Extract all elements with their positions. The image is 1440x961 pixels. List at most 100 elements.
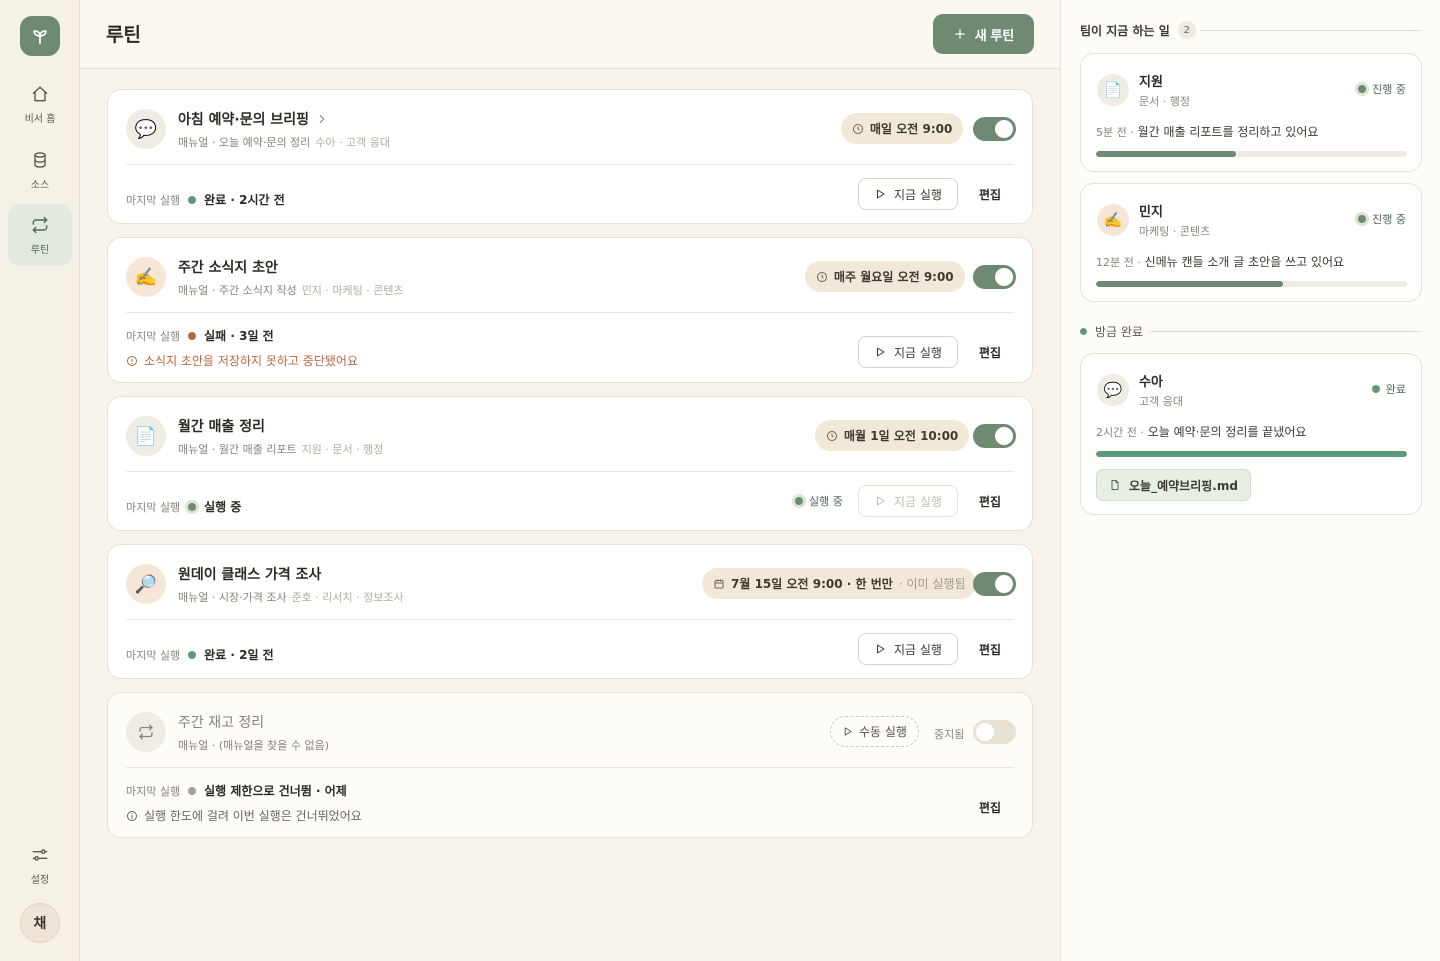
play-icon xyxy=(877,189,885,199)
schedule-note: · 이미 실행됨 xyxy=(898,577,966,591)
divider xyxy=(126,164,1014,165)
routine-toggle[interactable] xyxy=(973,265,1016,289)
run-now-label: 지금 실행 xyxy=(894,642,942,657)
routine-toggle[interactable] xyxy=(973,720,1016,744)
file-attachment[interactable]: 오늘_예약브리핑.md xyxy=(1096,469,1251,501)
divider xyxy=(126,619,1014,620)
status-badge: 완료 xyxy=(1371,381,1406,397)
routine-toggle[interactable] xyxy=(973,424,1016,448)
schedule-text: 수동 실행 xyxy=(859,725,907,739)
team-member-card[interactable]: 💬 수아 고객 응대 완료 2시간 전 · 오늘 예약·문의 정리를 끝냈어요 … xyxy=(1080,353,1422,515)
progress-fill xyxy=(1096,451,1407,457)
routine-card[interactable]: 🔎 원데이 클래스 가격 조사 매뉴얼 · 시장·가격 조사 준호 · 리서치 ·… xyxy=(107,544,1033,679)
routine-card[interactable]: 주간 재고 정리 매뉴얼 · (매뉴얼을 찾을 수 없음) 수동 실행 중지됨 … xyxy=(107,692,1033,838)
repeat-icon xyxy=(126,712,166,752)
divider xyxy=(126,312,1014,313)
status-dot xyxy=(188,650,197,659)
progress-bar xyxy=(1096,451,1407,457)
edit-button[interactable]: 편집 xyxy=(970,336,1010,368)
database-icon xyxy=(34,151,46,168)
routine-card[interactable]: 📄 월간 매출 정리 매뉴얼 · 월간 매출 리포트 지원 · 문서 · 행정 매… xyxy=(107,396,1033,531)
last-run-value: 실패 · 3일 전 xyxy=(204,329,274,343)
status-dot xyxy=(188,331,197,340)
status-dot xyxy=(1080,328,1087,335)
home-icon xyxy=(32,86,48,101)
last-run-value: 완료 · 2일 전 xyxy=(204,648,274,662)
file-name: 오늘_예약브리핑.md xyxy=(1129,478,1238,493)
nav-item-label: 루틴 xyxy=(30,244,50,256)
team-member-card[interactable]: ✍️ 민지 마케팅 · 콘텐츠 진행 중 12분 전 · 신메뉴 캔들 소개 글… xyxy=(1080,183,1422,302)
last-run: 마지막 실행 완료 · 2일 전 xyxy=(126,646,274,663)
divider xyxy=(1149,331,1421,332)
new-routine-button[interactable]: 새 루틴 xyxy=(933,14,1034,54)
routine-toggle[interactable] xyxy=(973,572,1016,596)
routine-assignee: 수아 · 고객 응대 xyxy=(315,136,391,149)
status-dot xyxy=(188,502,197,511)
activity-time: 12분 전 · xyxy=(1096,256,1141,269)
alert-circle-icon xyxy=(127,355,137,366)
schedule-pill[interactable]: 매주 월요일 오전 9:00 xyxy=(805,261,965,292)
schedule-pill[interactable]: 7월 15일 오전 9:00 · 한 번만 · 이미 실행됨 xyxy=(702,568,977,599)
left-rail: 비서 홈 소스 루틴 설정 채 xyxy=(0,0,80,961)
run-now-button[interactable]: 지금 실행 xyxy=(858,178,958,210)
edit-button[interactable]: 편집 xyxy=(970,485,1010,517)
edit-button[interactable]: 편집 xyxy=(970,178,1010,210)
routine-card[interactable]: ✍️ 주간 소식지 초안 매뉴얼 · 주간 소식지 작성 민지 · 마케팅 · 콘… xyxy=(107,237,1033,383)
routine-title[interactable]: 아침 예약·문의 브리핑 xyxy=(178,109,329,129)
status-dot xyxy=(1358,215,1367,223)
nav-item-label: 소스 xyxy=(30,179,50,191)
run-now-label: 지금 실행 xyxy=(894,345,942,360)
count-badge: 2 xyxy=(1177,21,1196,39)
nav-item-home[interactable]: 비서 홈 xyxy=(8,73,72,135)
writing-hand-icon: ✍️ xyxy=(1097,204,1129,236)
routine-manual: 매뉴얼 · 월간 매출 리포트 xyxy=(178,443,297,456)
run-now-label: 지금 실행 xyxy=(894,187,942,202)
sprout-logo-icon[interactable] xyxy=(20,16,60,56)
progress-fill xyxy=(1096,281,1283,287)
status-dot xyxy=(188,786,197,795)
member-role: 고객 응대 xyxy=(1139,395,1183,408)
edit-button[interactable]: 편집 xyxy=(970,633,1010,665)
routine-title[interactable]: 주간 재고 정리 xyxy=(178,712,264,732)
routine-assignee: 민지 · 마케팅 · 콘텐츠 xyxy=(301,284,404,297)
document-icon: 📄 xyxy=(126,416,166,456)
routine-subtitle: 매뉴얼 · 월간 매출 리포트 지원 · 문서 · 행정 xyxy=(178,441,383,457)
play-icon xyxy=(877,644,885,654)
schedule-pill[interactable]: 매일 오전 9:00 xyxy=(841,113,964,144)
manual-run-pill[interactable]: 수동 실행 xyxy=(830,716,919,747)
writing-hand-icon: ✍️ xyxy=(126,257,166,297)
last-run-label: 마지막 실행 xyxy=(126,648,181,662)
play-icon xyxy=(844,727,852,736)
last-run-label: 마지막 실행 xyxy=(126,784,181,798)
routine-title[interactable]: 주간 소식지 초안 xyxy=(178,257,278,277)
user-avatar[interactable]: 채 xyxy=(20,903,60,943)
run-now-button[interactable]: 지금 실행 xyxy=(858,485,958,517)
last-run: 마지막 실행 완료 · 2시간 전 xyxy=(126,191,285,208)
section-title-text: 방금 완료 xyxy=(1095,325,1143,339)
edit-button[interactable]: 편집 xyxy=(970,791,1010,823)
activity-time: 5분 전 · xyxy=(1096,126,1134,139)
nav-item-sources[interactable]: 소스 xyxy=(8,139,72,201)
routine-subtitle: 매뉴얼 · 오늘 예약·문의 정리 수아 · 고객 응대 xyxy=(178,134,390,150)
routine-card[interactable]: 💬 아침 예약·문의 브리핑 매뉴얼 · 오늘 예약·문의 정리 수아 · 고객 … xyxy=(107,89,1033,224)
nav-item-routines[interactable]: 루틴 xyxy=(8,204,72,266)
schedule-text: 매주 월요일 오전 9:00 xyxy=(834,270,954,284)
schedule-pill[interactable]: 매월 1일 오전 10:00 xyxy=(815,420,970,451)
run-now-label: 지금 실행 xyxy=(894,494,942,509)
nav-item-settings[interactable]: 설정 xyxy=(8,834,72,896)
run-now-button[interactable]: 지금 실행 xyxy=(858,336,958,368)
chevron-right-icon xyxy=(319,114,325,124)
routine-toggle[interactable] xyxy=(973,117,1016,141)
info-circle-icon xyxy=(127,810,137,821)
routine-title[interactable]: 원데이 클래스 가격 조사 xyxy=(178,564,321,584)
member-activity: 5분 전 · 월간 매출 리포트를 정리하고 있어요 xyxy=(1096,123,1318,140)
status-dot xyxy=(795,497,803,505)
routine-title[interactable]: 월간 매출 정리 xyxy=(178,416,265,436)
running-badge-text: 실행 중 xyxy=(809,495,843,508)
play-icon xyxy=(877,347,885,357)
team-member-card[interactable]: 📄 지원 문서 · 행정 진행 중 5분 전 · 월간 매출 리포트를 정리하고… xyxy=(1080,53,1422,172)
routine-subtitle: 매뉴얼 · 시장·가격 조사 준호 · 리서치 · 정보조사 xyxy=(178,589,404,605)
run-now-button[interactable]: 지금 실행 xyxy=(858,633,958,665)
schedule-text: 매월 1일 오전 10:00 xyxy=(844,429,959,443)
divider xyxy=(126,767,1014,768)
